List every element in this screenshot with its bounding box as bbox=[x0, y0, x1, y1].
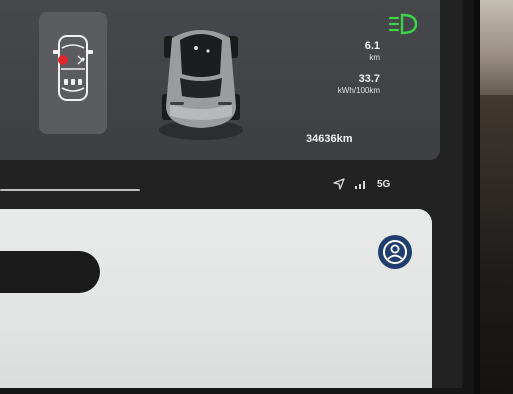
network-type-label: 5G bbox=[377, 178, 391, 190]
door-open-indicator bbox=[58, 55, 68, 65]
energy-consumption-value: 33.7 bbox=[358, 73, 380, 85]
door-status-card[interactable] bbox=[39, 12, 107, 134]
odometer-reading: 34636km bbox=[306, 133, 353, 145]
photo-frame: 6.1 km 33.7 kWh/100km 34636km 5G bbox=[0, 0, 513, 394]
search-pill[interactable] bbox=[0, 251, 100, 293]
display-bezel: 6.1 km 33.7 kWh/100km 34636km 5G bbox=[0, 0, 480, 394]
navigation-arrow-icon bbox=[333, 178, 345, 190]
profile-button[interactable] bbox=[378, 235, 412, 269]
window-glare bbox=[478, 0, 513, 95]
main-content-panel bbox=[0, 209, 432, 388]
swipe-handle[interactable] bbox=[0, 189, 140, 191]
energy-consumption-unit: kWh/100km bbox=[337, 86, 380, 95]
vehicle-status-panel: 6.1 km 33.7 kWh/100km 34636km bbox=[0, 0, 440, 160]
trip-distance-unit: km bbox=[369, 53, 380, 62]
headlight-on-icon bbox=[388, 13, 418, 35]
trip-distance-value: 6.1 bbox=[364, 40, 380, 52]
car-render-image bbox=[159, 30, 243, 140]
status-bar: 5G bbox=[333, 178, 390, 190]
signal-strength-icon bbox=[355, 181, 365, 189]
trip-stats: 6.1 km 33.7 kWh/100km bbox=[338, 40, 380, 106]
car-doors-icon bbox=[53, 35, 93, 101]
center-display: 6.1 km 33.7 kWh/100km 34636km 5G bbox=[0, 0, 462, 388]
profile-icon bbox=[383, 240, 407, 264]
